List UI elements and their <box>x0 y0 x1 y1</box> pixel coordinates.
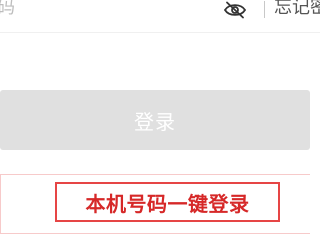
login-button[interactable]: 登录 <box>0 90 310 150</box>
eye-off-icon[interactable] <box>222 0 248 20</box>
forgot-password-link[interactable]: 忘记密 <box>274 0 320 18</box>
password-underline <box>0 32 320 33</box>
one-click-login-label: 本机号码一键登录 <box>85 191 250 216</box>
field-divider <box>264 1 265 18</box>
one-click-login-button[interactable]: 本机号码一键登录 <box>55 182 280 222</box>
password-placeholder: 码 <box>0 0 15 18</box>
login-button-label: 登录 <box>134 109 176 134</box>
password-field-row[interactable]: 码 忘记密 <box>0 0 320 22</box>
